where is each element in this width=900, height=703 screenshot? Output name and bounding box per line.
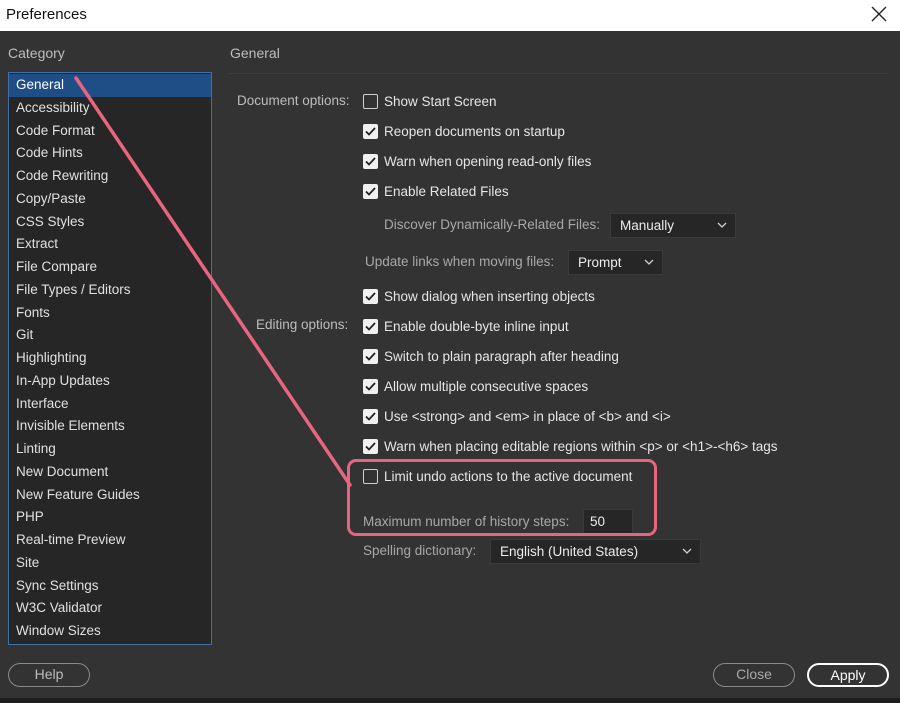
category-item-php[interactable]: PHP [9, 506, 211, 529]
category-item-fonts[interactable]: Fonts [9, 302, 211, 325]
plain-paragraph-checkbox[interactable]: Switch to plain paragraph after heading [363, 346, 619, 366]
document-options-label: Document options: [237, 93, 350, 108]
checkbox-icon [363, 408, 378, 424]
chevron-down-icon [682, 548, 692, 554]
category-item-in-app-updates[interactable]: In-App Updates [9, 370, 211, 393]
checkbox-icon [363, 318, 378, 334]
category-item-site[interactable]: Site [9, 552, 211, 575]
spelling-dictionary-select[interactable]: English (United States) [490, 539, 701, 564]
update-links-value: Prompt [578, 255, 622, 270]
close-icon[interactable] [870, 4, 888, 24]
warn-editable-regions-label: Warn when placing editable regions withi… [384, 438, 778, 454]
checkbox-icon [363, 288, 378, 304]
category-item-code-rewriting[interactable]: Code Rewriting [9, 165, 211, 188]
double-byte-checkbox[interactable]: Enable double-byte inline input [363, 316, 569, 336]
apply-button[interactable]: Apply [807, 663, 889, 687]
section-divider [228, 73, 888, 74]
double-byte-label: Enable double-byte inline input [384, 318, 569, 334]
category-item-invisible-elements[interactable]: Invisible Elements [9, 415, 211, 438]
category-item-window-sizes[interactable]: Window Sizes [9, 620, 211, 643]
strong-em-label: Use <strong> and <em> in place of <b> an… [384, 408, 671, 424]
category-item-file-types-editors[interactable]: File Types / Editors [9, 279, 211, 302]
multiple-spaces-label: Allow multiple consecutive spaces [384, 378, 589, 394]
checkbox-icon [363, 123, 378, 139]
limit-undo-label: Limit undo actions to the active documen… [384, 468, 633, 484]
reopen-documents-label: Reopen documents on startup [384, 123, 565, 139]
show-dialog-inserting-label: Show dialog when inserting objects [384, 288, 595, 304]
category-item-code-hints[interactable]: Code Hints [9, 142, 211, 165]
close-button[interactable]: Close [713, 663, 795, 687]
window-title: Preferences [6, 6, 87, 23]
show-start-screen-label: Show Start Screen [384, 93, 497, 109]
bottom-edge [0, 698, 900, 703]
category-item-file-compare[interactable]: File Compare [9, 256, 211, 279]
checkbox-icon [363, 183, 378, 199]
checkbox-icon [363, 348, 378, 364]
category-item-extract[interactable]: Extract [9, 233, 211, 256]
enable-related-files-checkbox[interactable]: Enable Related Files [363, 181, 509, 201]
category-item-accessibility[interactable]: Accessibility [9, 97, 211, 120]
warn-editable-regions-checkbox[interactable]: Warn when placing editable regions withi… [363, 436, 778, 456]
limit-undo-checkbox[interactable]: Limit undo actions to the active documen… [363, 466, 632, 486]
editing-options-label: Editing options: [256, 317, 349, 332]
spelling-dictionary-value: English (United States) [500, 544, 639, 559]
category-item-code-format[interactable]: Code Format [9, 120, 211, 143]
section-heading: General [230, 45, 280, 61]
update-links-label: Update links when moving files: [365, 254, 555, 269]
preferences-dialog: Category General Accessibility Code Format… [0, 31, 900, 703]
discover-related-files-label: Discover Dynamically-Related Files: [384, 217, 601, 232]
category-item-real-time-preview[interactable]: Real-time Preview [9, 529, 211, 552]
spelling-dictionary-label: Spelling dictionary: [363, 543, 477, 558]
chevron-down-icon [644, 259, 654, 265]
category-item-new-document[interactable]: New Document [9, 461, 211, 484]
discover-related-files-value: Manually [620, 218, 675, 233]
plain-paragraph-label: Switch to plain paragraph after heading [384, 348, 619, 364]
category-heading: Category [8, 45, 65, 61]
history-steps-input[interactable]: 50 [583, 509, 633, 534]
show-dialog-inserting-checkbox[interactable]: Show dialog when inserting objects [363, 286, 595, 306]
category-list: General Accessibility Code Format Code Hint… [8, 72, 212, 645]
history-steps-value: 50 [590, 514, 606, 529]
warn-read-only-label: Warn when opening read-only files [384, 153, 592, 169]
checkbox-icon [363, 468, 378, 484]
help-button[interactable]: Help [8, 663, 90, 687]
update-links-select[interactable]: Prompt [568, 250, 663, 275]
category-item-linting[interactable]: Linting [9, 438, 211, 461]
title-bar: Preferences [0, 0, 900, 31]
checkbox-icon [363, 153, 378, 169]
category-item-general[interactable]: General [9, 74, 211, 97]
show-start-screen-checkbox[interactable]: Show Start Screen [363, 91, 497, 111]
discover-related-files-select[interactable]: Manually [610, 213, 736, 238]
category-item-highlighting[interactable]: Highlighting [9, 347, 211, 370]
category-item-w3c-validator[interactable]: W3C Validator [9, 597, 211, 620]
category-item-interface[interactable]: Interface [9, 393, 211, 416]
checkbox-icon [363, 438, 378, 454]
category-item-sync-settings[interactable]: Sync Settings [9, 575, 211, 598]
checkbox-icon [363, 378, 378, 394]
warn-read-only-checkbox[interactable]: Warn when opening read-only files [363, 151, 591, 171]
category-item-copy-paste[interactable]: Copy/Paste [9, 188, 211, 211]
category-item-new-feature-guides[interactable]: New Feature Guides [9, 484, 211, 507]
category-item-css-styles[interactable]: CSS Styles [9, 211, 211, 234]
enable-related-files-label: Enable Related Files [384, 183, 509, 199]
strong-em-checkbox[interactable]: Use <strong> and <em> in place of <b> an… [363, 406, 671, 426]
chevron-down-icon [717, 222, 727, 228]
reopen-documents-checkbox[interactable]: Reopen documents on startup [363, 121, 565, 141]
category-item-git[interactable]: Git [9, 324, 211, 347]
multiple-spaces-checkbox[interactable]: Allow multiple consecutive spaces [363, 376, 588, 396]
checkbox-icon [363, 93, 378, 109]
history-steps-label: Maximum number of history steps: [363, 514, 570, 529]
